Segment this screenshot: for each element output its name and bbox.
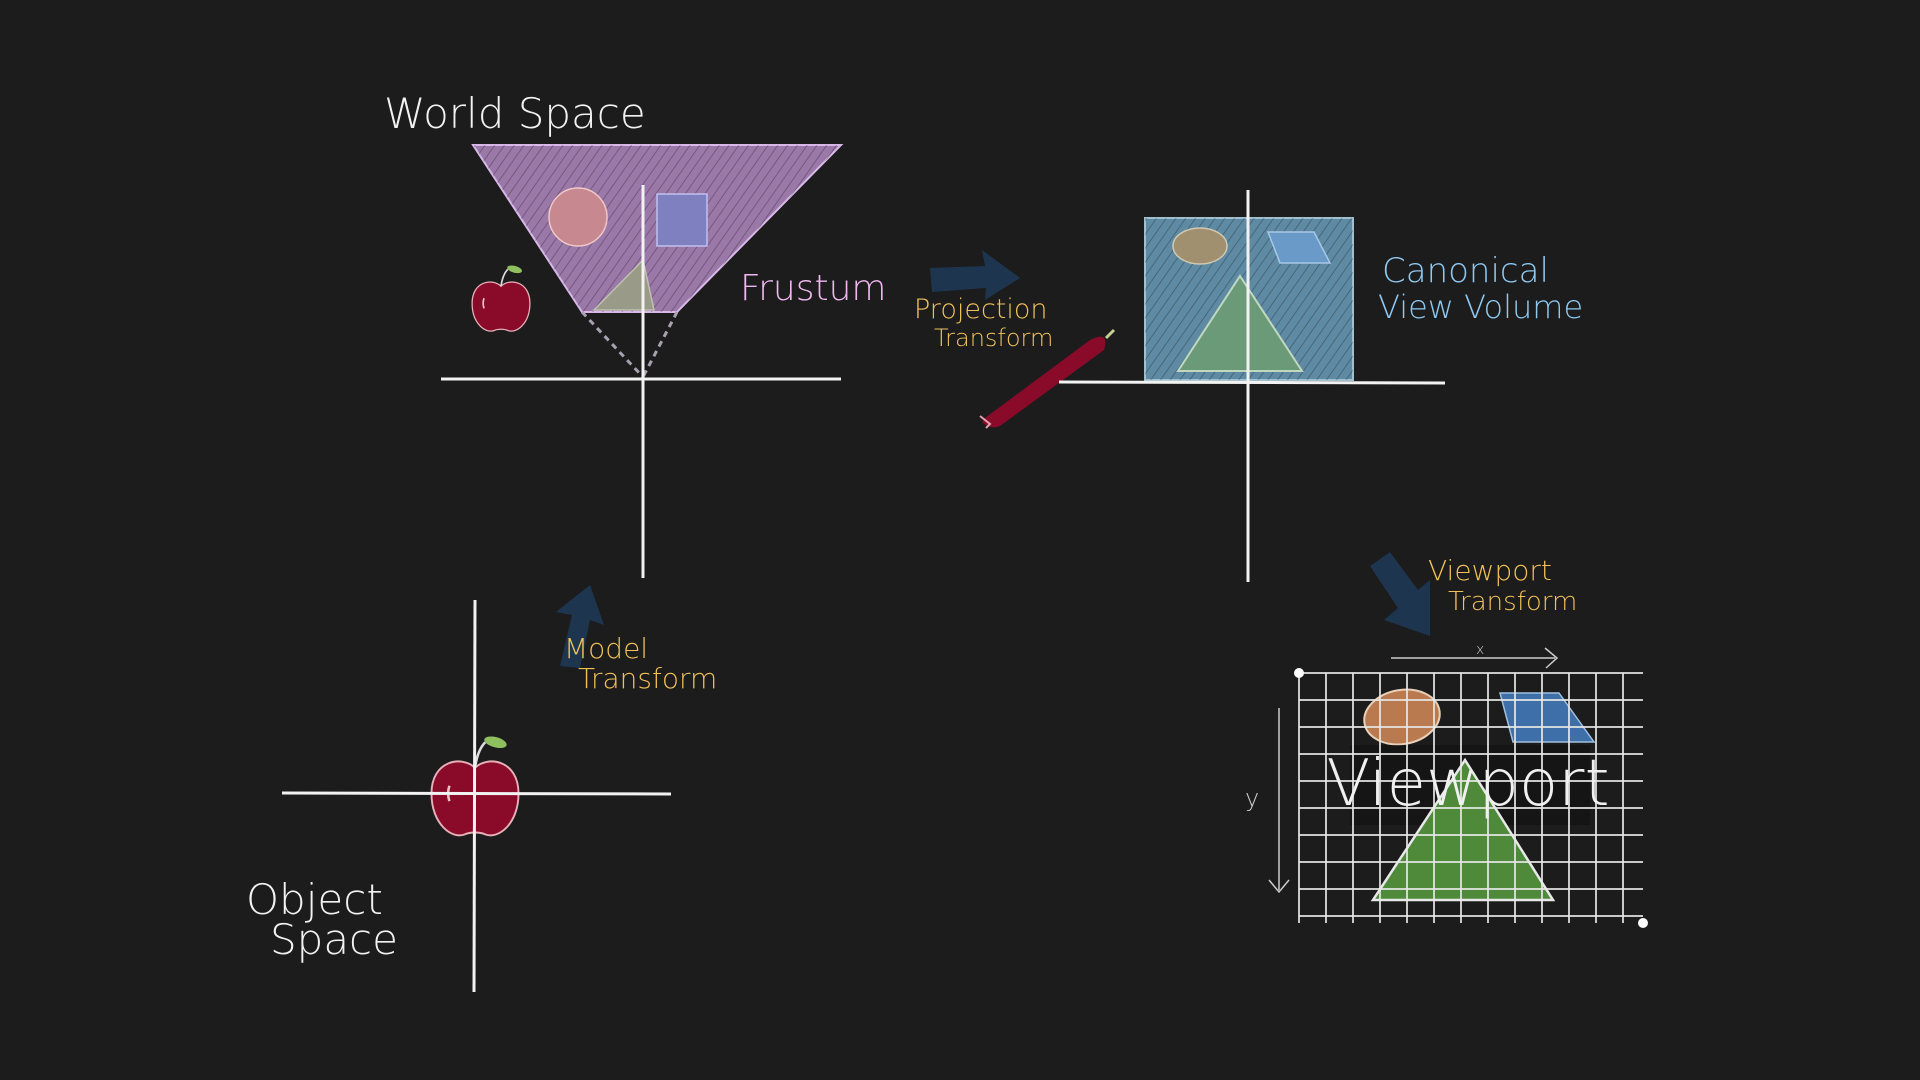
diagram-canvas: World Space Frustum Projection Transform… bbox=[0, 0, 1920, 1080]
object-x-axis bbox=[281, 791, 672, 796]
ellipse-shape bbox=[1363, 688, 1441, 746]
projection-label-line2: Transform bbox=[934, 324, 1053, 352]
canonical-label-line2: View Volume bbox=[1378, 288, 1583, 326]
viewport-group: Viewport Transform Viewport x y bbox=[1245, 552, 1648, 928]
square-shape bbox=[656, 193, 708, 247]
arrow-icon bbox=[930, 250, 1020, 300]
ellipse-shape bbox=[1172, 227, 1228, 265]
circle-shape bbox=[548, 187, 608, 247]
model-label-line2: Transform bbox=[578, 662, 717, 695]
viewport-corner-dot bbox=[1638, 918, 1648, 928]
world-space-title: World Space bbox=[384, 89, 646, 138]
y-axis-label: y bbox=[1245, 784, 1259, 812]
canonical-x-axis bbox=[1058, 380, 1446, 385]
model-label-line1: Model bbox=[564, 632, 648, 665]
viewport-transform-label-line1: Viewport bbox=[1428, 554, 1552, 587]
diagram-svg: World Space Frustum Projection Transform… bbox=[246, 89, 1648, 993]
arrow-icon bbox=[1370, 552, 1430, 636]
canonical-label-line1: Canonical bbox=[1382, 251, 1549, 291]
projection-label-line1: Projection bbox=[914, 294, 1048, 325]
world-space-group: World Space Frustum bbox=[384, 89, 886, 578]
viewport-label: Viewport bbox=[1326, 747, 1609, 821]
model-transform-group: Model Transform bbox=[556, 585, 717, 695]
object-label-line2: Space bbox=[270, 915, 398, 964]
frustum-label: Frustum bbox=[740, 268, 886, 309]
projection-transform-group: Projection Transform bbox=[914, 250, 1116, 429]
viewport-transform-label-line2: Transform bbox=[1448, 587, 1577, 617]
canonical-view-volume-group: Canonical View Volume bbox=[1058, 190, 1583, 582]
object-y-axis bbox=[472, 599, 477, 993]
apple-icon bbox=[471, 263, 531, 332]
frustum-dashed-left bbox=[580, 310, 645, 379]
x-axis-label: x bbox=[1476, 642, 1484, 658]
viewport-origin-dot bbox=[1294, 668, 1304, 678]
frustum-dashed-right bbox=[641, 311, 679, 378]
